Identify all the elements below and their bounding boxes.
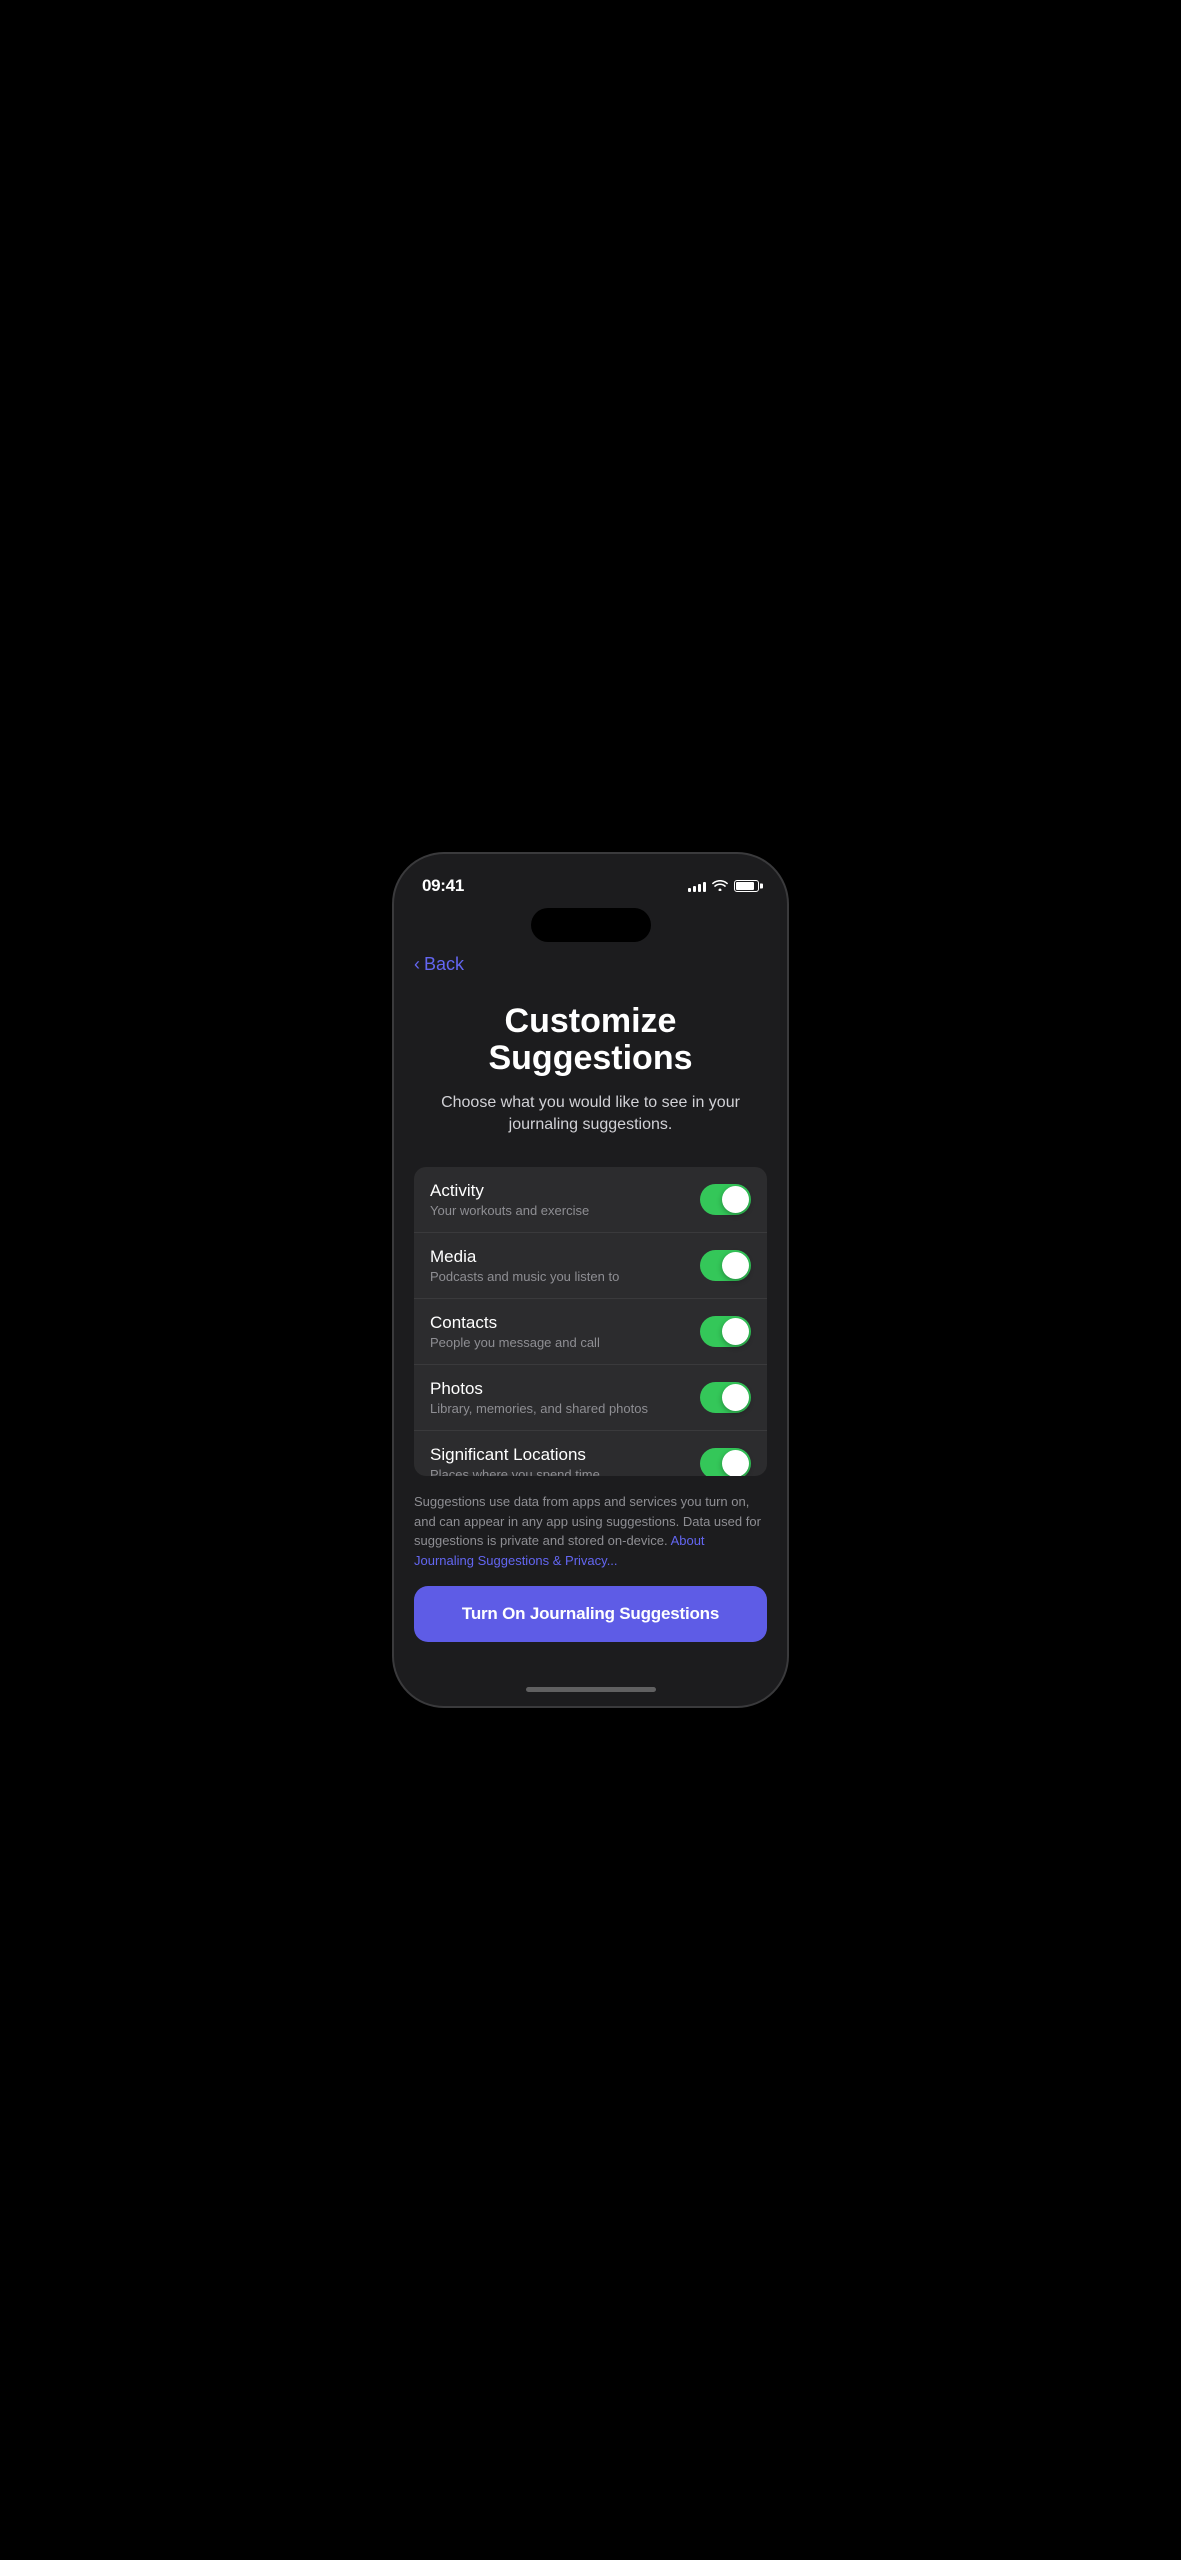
back-button[interactable]: ‹ Back: [394, 942, 787, 983]
phone-frame: 09:41 ‹ Back: [394, 854, 787, 1706]
status-icons: [688, 878, 759, 894]
photos-subtitle: Library, memories, and shared photos: [430, 1401, 700, 1416]
home-indicator: [394, 1672, 787, 1706]
cta-container: Turn On Journaling Suggestions: [394, 1570, 787, 1652]
settings-row-locations: Significant Locations Places where you s…: [414, 1431, 767, 1476]
activity-toggle[interactable]: [700, 1184, 751, 1215]
page-title: Customize Suggestions: [424, 1003, 757, 1078]
status-time: 09:41: [422, 876, 464, 896]
locations-toggle[interactable]: [700, 1448, 751, 1476]
home-bar: [526, 1687, 656, 1692]
status-bar: 09:41: [394, 854, 787, 904]
battery-icon: [734, 880, 759, 892]
page-subtitle: Choose what you would like to see in you…: [424, 1092, 757, 1137]
photos-title: Photos: [430, 1379, 700, 1399]
content-area: ‹ Back Customize Suggestions Choose what…: [394, 942, 787, 1672]
media-subtitle: Podcasts and music you listen to: [430, 1269, 700, 1284]
privacy-note: Suggestions use data from apps and servi…: [414, 1492, 767, 1570]
settings-card: Activity Your workouts and exercise Medi…: [414, 1167, 767, 1476]
contacts-title: Contacts: [430, 1313, 700, 1333]
wifi-icon: [712, 878, 728, 894]
settings-row-contacts: Contacts People you message and call: [414, 1299, 767, 1365]
dynamic-island: [531, 908, 651, 942]
media-title: Media: [430, 1247, 700, 1267]
page-header: Customize Suggestions Choose what you wo…: [394, 983, 787, 1167]
back-label: Back: [424, 954, 464, 975]
back-chevron-icon: ‹: [414, 954, 420, 975]
contacts-subtitle: People you message and call: [430, 1335, 700, 1350]
media-toggle[interactable]: [700, 1250, 751, 1281]
signal-bars-icon: [688, 880, 706, 892]
activity-title: Activity: [430, 1181, 700, 1201]
activity-subtitle: Your workouts and exercise: [430, 1203, 700, 1218]
locations-subtitle: Places where you spend time: [430, 1467, 700, 1476]
settings-row-activity: Activity Your workouts and exercise: [414, 1167, 767, 1233]
contacts-toggle[interactable]: [700, 1316, 751, 1347]
settings-row-media: Media Podcasts and music you listen to: [414, 1233, 767, 1299]
locations-title: Significant Locations: [430, 1445, 700, 1465]
photos-toggle[interactable]: [700, 1382, 751, 1413]
settings-row-photos: Photos Library, memories, and shared pho…: [414, 1365, 767, 1431]
turn-on-button[interactable]: Turn On Journaling Suggestions: [414, 1586, 767, 1642]
